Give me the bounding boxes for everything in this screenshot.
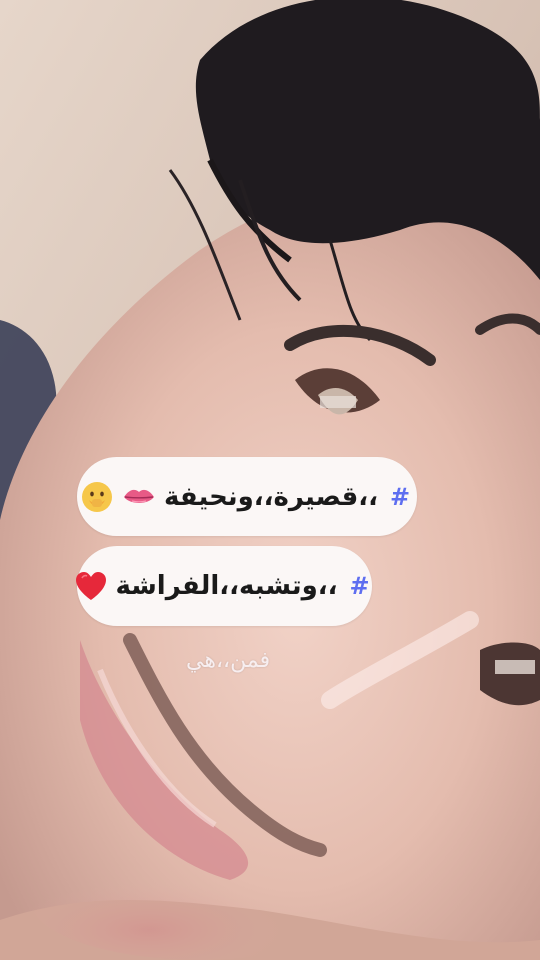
hashtag-icon: # xyxy=(349,572,370,600)
caption-text: ،،قصيرة،،ونحيفة xyxy=(163,481,379,512)
story-screen: # ،،قصيرة،،ونحيفة # ،،وتشبه،،الفراشة فمن… xyxy=(0,0,540,960)
caption-pill-2: # ،،وتشبه،،الفراشة xyxy=(75,546,372,626)
hashtag-icon: # xyxy=(389,482,411,511)
hand-over-mouth-face-icon xyxy=(80,480,114,514)
red-heart-icon xyxy=(75,571,107,601)
lips-icon xyxy=(122,486,156,508)
caption-pill-1: # ،،قصيرة،،ونحيفة xyxy=(77,457,417,536)
floating-question-text: فمن،،هي xyxy=(186,648,271,673)
caption-text: ،،وتشبه،،الفراشة xyxy=(115,571,338,601)
